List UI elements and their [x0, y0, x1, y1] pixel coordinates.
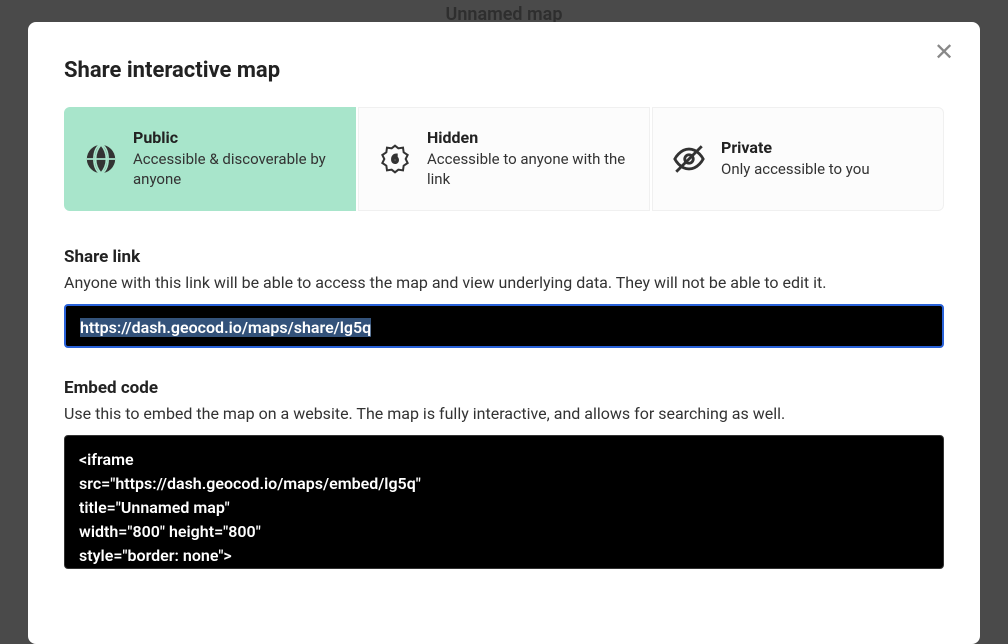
visibility-private-title: Private [721, 138, 870, 157]
visibility-option-group: Public Accessible & discoverable by anyo… [64, 107, 944, 211]
share-link-value: https://dash.geocod.io/maps/share/lg5q [80, 318, 371, 337]
visibility-private-desc: Only accessible to you [721, 159, 870, 179]
share-link-field[interactable]: https://dash.geocod.io/maps/share/lg5q [64, 304, 944, 348]
visibility-public-desc: Accessible & discoverable by anyone [133, 149, 337, 190]
eye-slash-icon [671, 141, 707, 177]
badge-icon: 6 [377, 141, 413, 177]
svg-text:6: 6 [392, 152, 399, 166]
close-button[interactable]: ✕ [930, 38, 958, 66]
visibility-option-public[interactable]: Public Accessible & discoverable by anyo… [64, 107, 356, 211]
modal-title: Share interactive map [64, 58, 944, 83]
close-icon: ✕ [934, 38, 954, 67]
share-link-label: Share link [64, 247, 944, 267]
visibility-option-private[interactable]: Private Only accessible to you [652, 107, 944, 211]
globe-icon [83, 141, 119, 177]
embed-code-help: Use this to embed the map on a website. … [64, 404, 944, 423]
share-link-help: Anyone with this link will be able to ac… [64, 273, 944, 292]
embed-code-label: Embed code [64, 378, 944, 398]
visibility-hidden-desc: Accessible to anyone with the link [427, 149, 631, 190]
visibility-hidden-title: Hidden [427, 128, 631, 147]
visibility-public-title: Public [133, 128, 337, 147]
embed-code-field[interactable]: <iframe src="https://dash.geocod.io/maps… [64, 435, 944, 569]
visibility-option-hidden[interactable]: 6 Hidden Accessible to anyone with the l… [358, 107, 650, 211]
share-modal: ✕ Share interactive map Public Accessibl… [28, 22, 980, 644]
